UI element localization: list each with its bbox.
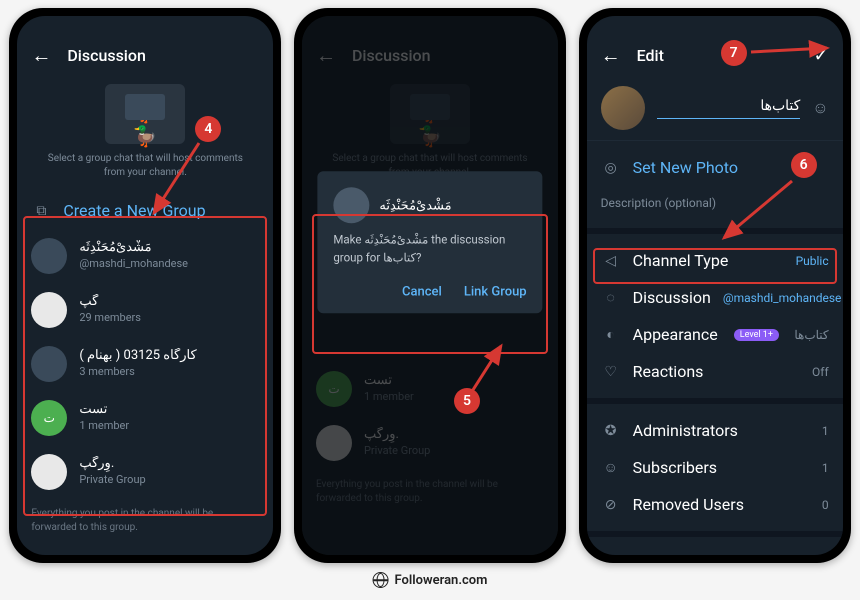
confirm-check-icon[interactable]: ✓ [814,45,829,66]
row-label: Channel Type [633,251,729,270]
phone-2: ← Discussion Select a group chat that wi… [294,8,566,563]
chat-icon: ◌ [601,289,621,306]
row-value: 1 [822,461,829,475]
channel-type-row[interactable]: ◁ Channel Type Public [587,242,843,279]
row-value: کتاب‌ها [794,328,828,342]
channel-name-row: کتاب‌ها ☺ [587,76,843,141]
admin-icon: ✪ [601,423,621,439]
row-value: Off [812,365,829,379]
group-item[interactable]: وِرگپ.Private Group [17,445,273,499]
statistics-row[interactable]: ⎍ Statistics [587,545,843,555]
camera-icon: ◎ [601,160,621,176]
group-item[interactable]: گپ29 members [17,283,273,337]
row-value: 0 [822,498,829,512]
screen-title: Discussion [67,46,146,65]
hero-description: Select a group chat that will host comme… [37,152,253,180]
row-label: Appearance [633,325,718,344]
phone-3: ← Edit ✓ کتاب‌ها ☺ ◎ Set New Photo Descr… [579,8,851,563]
watermark: Followeran.com [373,572,488,588]
appearance-row[interactable]: ◐ Appearance Level 1+ کتاب‌ها [587,316,843,353]
globe-icon [373,572,389,588]
group-item[interactable]: مَشْدیْ‌مُحَنْدِثَه@mashdi_mohandese [17,229,273,283]
set-photo-label: Set New Photo [633,158,738,177]
row-label: Removed Users [633,495,744,514]
screen-title: Edit [637,46,664,65]
row-label: Discussion [633,288,711,307]
avatar [31,346,67,382]
link-group-dialog: مَشْدیْ‌مُحَنْدِثَه Make مَشْدیْ‌مُحَنْد… [317,172,542,314]
avatar: ت [31,400,67,436]
back-icon[interactable]: ← [31,43,51,68]
hero-illustration [105,84,185,144]
dialog-body: Make مَشْدیْ‌مُحَنْدِثَه the discussion … [333,232,526,267]
avatar [31,454,67,490]
megaphone-icon: ◁ [601,253,621,269]
administrators-row[interactable]: ✪ Administrators 1 [587,412,843,449]
group-item[interactable]: ت تست1 member [17,391,273,445]
group-add-icon: ⧉ [31,203,51,219]
row-label: Reactions [633,362,704,381]
emoji-icon[interactable]: ☺ [812,98,828,118]
create-group-label: Create a New Group [63,201,205,220]
discussion-row[interactable]: ◌ Discussion @mashdi_mohandese [587,279,843,316]
description-input[interactable]: Description (optional) [587,186,843,220]
annotation-badge-5: 5 [454,388,480,414]
row-value: 1 [822,424,829,438]
row-value: @mashdi_mohandese [723,291,842,305]
row-label: Subscribers [633,458,717,477]
heart-icon: ♡ [601,364,621,380]
channel-name-input[interactable]: کتاب‌ها [657,98,801,119]
cancel-button[interactable]: Cancel [402,278,442,305]
row-value: Public [796,254,829,268]
group-item[interactable]: کارگاه 03125 ( بهنام )3 members [17,337,273,391]
create-new-group[interactable]: ⧉ Create a New Group [17,192,273,229]
watermark-text: Followeran.com [395,573,488,588]
avatar [31,238,67,274]
phone-1: ← Discussion Select a group chat that wi… [9,8,281,563]
channel-avatar[interactable] [601,86,645,130]
removed-icon: ⊘ [601,497,621,513]
users-icon: ☺ [601,459,621,476]
dialog-group-name: مَشْدیْ‌مُحَنْدِثَه [379,198,451,213]
avatar [31,292,67,328]
back-icon[interactable]: ← [601,43,621,68]
link-group-button[interactable]: Link Group [464,278,527,305]
annotation-badge-7: 7 [721,40,747,66]
removed-users-row[interactable]: ⊘ Removed Users 0 [587,486,843,523]
palette-icon: ◐ [601,326,621,343]
footer-note: Everything you post in the channel will … [17,499,273,543]
subscribers-row[interactable]: ☺ Subscribers 1 [587,449,843,486]
annotation-badge-6: 6 [791,152,817,178]
dialog-avatar [333,188,369,224]
level-badge: Level 1+ [734,329,779,341]
reactions-row[interactable]: ♡ Reactions Off [587,353,843,390]
row-label: Statistics [633,554,700,555]
row-label: Administrators [633,421,738,440]
